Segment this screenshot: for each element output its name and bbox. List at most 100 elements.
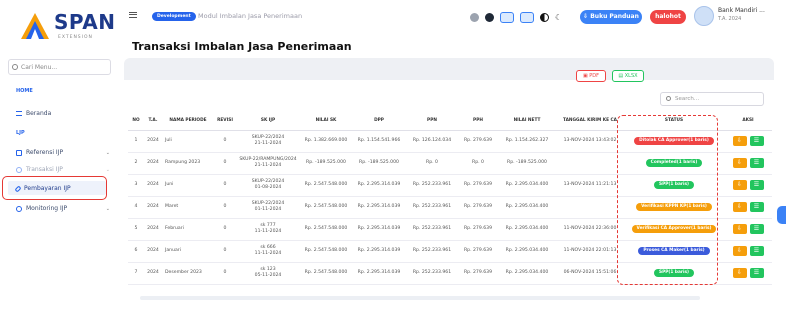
- cell-sk: SKUP-22/2024 01-08-2024: [236, 174, 300, 197]
- cell-nilai-sk: Rp. 1.382.669.000: [300, 130, 352, 153]
- col-header[interactable]: NO: [128, 112, 144, 131]
- upload-action-button[interactable]: ⇩: [732, 224, 747, 234]
- upload-action-button[interactable]: ⇩: [732, 136, 747, 146]
- sidebar-item-referensi[interactable]: Referensi IJP ⌄: [16, 149, 110, 156]
- cell-no: 3: [128, 174, 144, 197]
- sidebar-item-monitoring[interactable]: Monitoring IJP ⌄: [16, 205, 110, 212]
- export-pdf-button[interactable]: ▣ PDF: [576, 70, 606, 82]
- detail-list-button[interactable]: ☰: [749, 246, 764, 256]
- cell-no: 6: [128, 240, 144, 263]
- col-header[interactable]: DPP: [352, 112, 406, 131]
- avatar[interactable]: [694, 6, 714, 26]
- detail-list-button[interactable]: ☰: [749, 268, 764, 278]
- sidebar-item-transaksi[interactable]: Transaksi IJP ⌄: [16, 166, 110, 173]
- upload-action-button[interactable]: ⇩: [732, 246, 747, 256]
- upload-action-button[interactable]: ⇩: [732, 202, 747, 212]
- moon-icon[interactable]: ☾: [555, 13, 562, 22]
- menu-search-input[interactable]: Cari Menu...: [8, 59, 111, 75]
- col-header[interactable]: NILAI NETT: [498, 112, 556, 131]
- theme-dot-icon[interactable]: [520, 12, 534, 23]
- col-header[interactable]: PPH: [458, 112, 498, 131]
- table-search-input[interactable]: Search...: [660, 92, 764, 106]
- export-xlsx-button[interactable]: ▤ XLSX: [612, 70, 644, 82]
- theme-dot-icon[interactable]: [485, 13, 494, 22]
- upload-action-button[interactable]: ⇩: [732, 180, 747, 190]
- cell-revisi: 0: [214, 218, 236, 241]
- cell-pph: Rp. 279.639: [458, 240, 498, 263]
- horizontal-scrollbar[interactable]: [140, 296, 700, 300]
- cell-periode: Juni: [162, 174, 214, 197]
- detail-list-button[interactable]: ☰: [749, 202, 764, 212]
- sk-date: 21-11-2024: [254, 163, 282, 168]
- logo-text: SPAN: [54, 10, 116, 34]
- cell-periode: Rampung 2023: [162, 152, 214, 175]
- active-item-outline: [2, 176, 107, 200]
- export-xlsx-label: XLSX: [624, 73, 638, 79]
- cell-no: 1: [128, 130, 144, 153]
- cell-nett: Rp. 2.295.034.400: [498, 262, 556, 285]
- sk-number: SKUP-22/2024: [251, 134, 285, 140]
- upload-action-button[interactable]: ⇩: [732, 268, 747, 278]
- cell-periode: Januari: [162, 240, 214, 263]
- cell-ta: 2024: [144, 130, 162, 153]
- col-header[interactable]: TANGGAL KIRIM KE CA: [556, 112, 624, 131]
- cell-aksi: ⇩ ☰: [724, 152, 772, 175]
- detail-list-button[interactable]: ☰: [749, 224, 764, 234]
- logo-triangle-icon: [21, 13, 49, 39]
- sidebar-item-beranda[interactable]: Beranda: [16, 110, 51, 117]
- theme-dot-icon[interactable]: [470, 13, 479, 22]
- sk-number: sk 666: [260, 244, 276, 250]
- cell-ta: 2024: [144, 174, 162, 197]
- buku-panduan-label: Buku Panduan: [590, 13, 639, 20]
- sk-date: 21-11-2024: [254, 141, 282, 146]
- sidebar: SPAN EXTENSION Cari Menu... HOME Beranda…: [0, 0, 118, 321]
- cell-tanggal: [556, 152, 624, 175]
- contrast-icon[interactable]: [540, 13, 549, 22]
- cell-sk: sk 666 11-11-2024: [236, 240, 300, 263]
- col-header[interactable]: NAMA PERIODE: [162, 112, 214, 131]
- cell-tanggal: [556, 196, 624, 219]
- module-title: Modul Imbalan Jasa Penerimaan: [198, 12, 303, 20]
- app-logo[interactable]: SPAN EXTENSION: [20, 10, 116, 46]
- sidebar-item-label: Referensi IJP: [26, 149, 64, 156]
- sk-number: SKUP-22/RAMPUNG/2024: [239, 156, 297, 162]
- cell-dpp: Rp. 2.295.314.039: [352, 218, 406, 241]
- buku-panduan-button[interactable]: ⇩ Buku Panduan: [580, 10, 642, 24]
- col-header[interactable]: SK IJP: [236, 112, 300, 131]
- detail-list-button[interactable]: ☰: [749, 180, 764, 190]
- cell-aksi: ⇩ ☰: [724, 130, 772, 153]
- cell-pph: Rp. 279.639: [458, 262, 498, 285]
- detail-list-button[interactable]: ☰: [749, 158, 764, 168]
- upload-action-button[interactable]: ⇩: [732, 158, 747, 168]
- menu-search-placeholder: Cari Menu...: [21, 64, 58, 71]
- gear-icon[interactable]: [500, 12, 514, 23]
- cell-dpp: Rp. 2.295.314.039: [352, 174, 406, 197]
- user-year: T.A. 2024: [718, 16, 742, 22]
- col-header[interactable]: AKSI: [724, 112, 772, 131]
- col-header[interactable]: T.A.: [144, 112, 162, 131]
- cell-ta: 2024: [144, 196, 162, 219]
- sidebar-item-label: Transaksi IJP: [26, 166, 63, 173]
- menu-toggle-icon[interactable]: [129, 12, 137, 18]
- col-header[interactable]: NILAI SK: [300, 112, 352, 131]
- cell-sk: sk 123 05-11-2024: [236, 262, 300, 285]
- halohot-button[interactable]: halohot: [650, 10, 686, 24]
- cell-ppn: Rp. 252.233.961: [406, 196, 458, 219]
- detail-list-button[interactable]: ☰: [749, 136, 764, 146]
- sk-number: SKUP-22/2024: [251, 178, 285, 184]
- cell-aksi: ⇩ ☰: [724, 262, 772, 285]
- user-name[interactable]: Bank Mandiri ...: [718, 7, 784, 14]
- nav-section-home: HOME: [16, 88, 33, 94]
- sk-date: 05-11-2024: [254, 273, 282, 278]
- col-header[interactable]: REVISI: [214, 112, 236, 131]
- topbar: Development Modul Imbalan Jasa Penerimaa…: [118, 0, 786, 34]
- cell-ppn: Rp. 252.233.961: [406, 218, 458, 241]
- cell-sk: sk 777 11-11-2024: [236, 218, 300, 241]
- cell-revisi: 0: [214, 174, 236, 197]
- col-header[interactable]: PPN: [406, 112, 458, 131]
- cell-nilai-sk: Rp. -189.525.000: [300, 152, 352, 175]
- settings-side-tab[interactable]: [777, 206, 786, 224]
- cell-periode: Februari: [162, 218, 214, 241]
- cell-dpp: Rp. 2.295.314.039: [352, 240, 406, 263]
- search-icon: [666, 96, 671, 101]
